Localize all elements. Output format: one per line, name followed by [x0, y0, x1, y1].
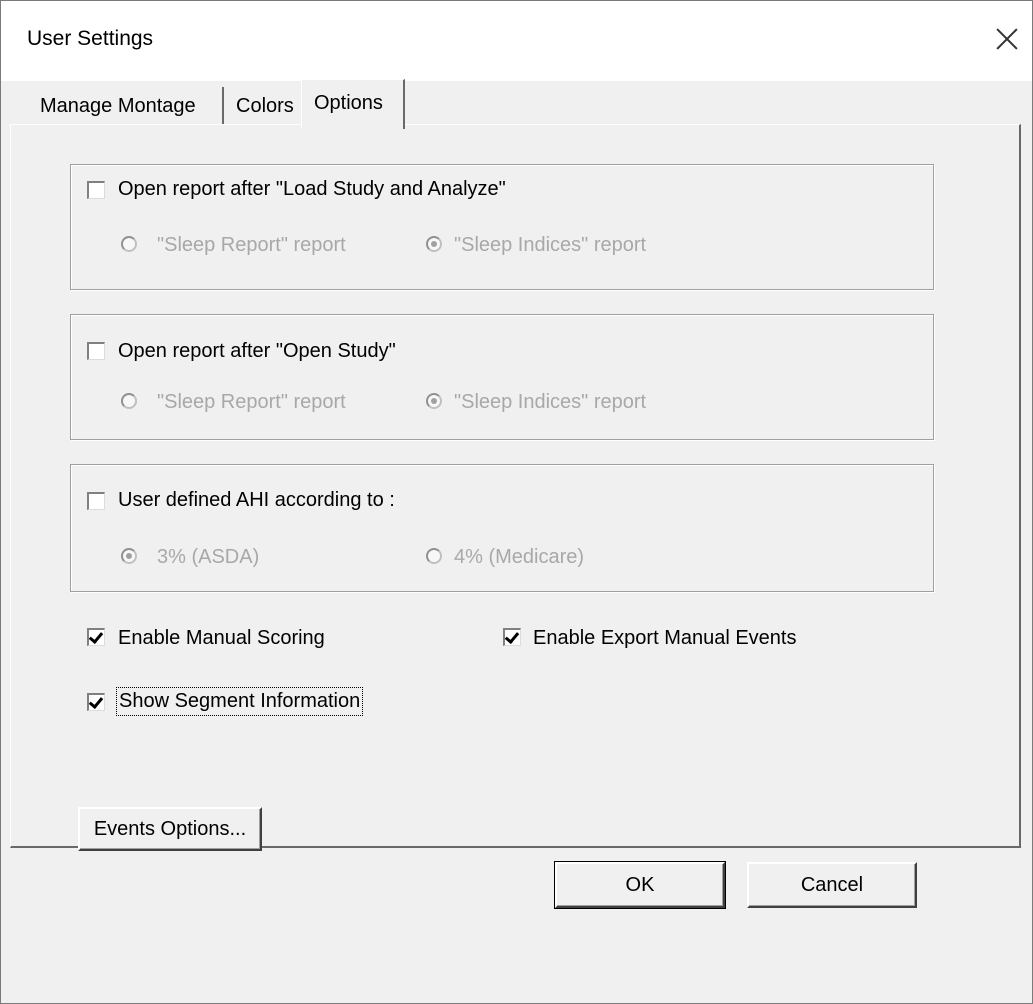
enable-export-manual-events-checkbox[interactable] — [503, 628, 521, 646]
ahi-asda-label: 3% (ASDA) — [157, 546, 260, 568]
open-study-sleep-report-radio[interactable] — [121, 393, 137, 409]
cancel-button[interactable]: Cancel — [747, 862, 917, 908]
enable-manual-scoring-checkbox[interactable] — [87, 628, 105, 646]
title-bar: User Settings — [1, 1, 1032, 81]
load-study-report-label: Open report after "Load Study and Analyz… — [118, 178, 506, 200]
ahi-asda-radio[interactable] — [121, 548, 137, 564]
user-defined-ahi-label: User defined AHI according to : — [118, 489, 395, 511]
open-study-sleep-indices-label: "Sleep Indices" report — [454, 391, 647, 413]
load-study-sleep-report-label: "Sleep Report" report — [157, 234, 346, 256]
load-study-sleep-indices-label: "Sleep Indices" report — [454, 234, 647, 256]
dialog-title: User Settings — [27, 27, 154, 50]
load-study-sleep-indices-radio[interactable] — [426, 236, 442, 252]
open-study-sleep-indices-radio[interactable] — [426, 393, 442, 409]
open-study-report-label: Open report after "Open Study" — [118, 340, 396, 362]
tab-options[interactable]: Options — [301, 79, 405, 129]
load-study-report-checkbox[interactable] — [87, 181, 105, 199]
open-study-report-group — [70, 314, 934, 440]
events-options-button[interactable]: Events Options... — [78, 807, 262, 851]
enable-export-manual-events-label: Enable Export Manual Events — [533, 627, 797, 649]
show-segment-information-checkbox[interactable] — [87, 693, 105, 711]
enable-manual-scoring-label: Enable Manual Scoring — [118, 627, 325, 649]
user-defined-ahi-group — [70, 464, 934, 592]
open-study-report-checkbox[interactable] — [87, 342, 105, 360]
tab-colors[interactable]: Colors — [224, 87, 301, 125]
ok-button[interactable]: OK — [554, 861, 726, 909]
tab-manage-montage[interactable]: Manage Montage — [28, 87, 224, 125]
load-study-sleep-report-radio[interactable] — [121, 236, 137, 252]
ahi-medicare-label: 4% (Medicare) — [454, 546, 585, 568]
open-study-sleep-report-label: "Sleep Report" report — [157, 391, 346, 413]
close-icon[interactable] — [989, 19, 1029, 59]
ahi-medicare-radio[interactable] — [426, 548, 442, 564]
show-segment-information-label: Show Segment Information — [115, 687, 364, 716]
user-defined-ahi-checkbox[interactable] — [87, 492, 105, 510]
